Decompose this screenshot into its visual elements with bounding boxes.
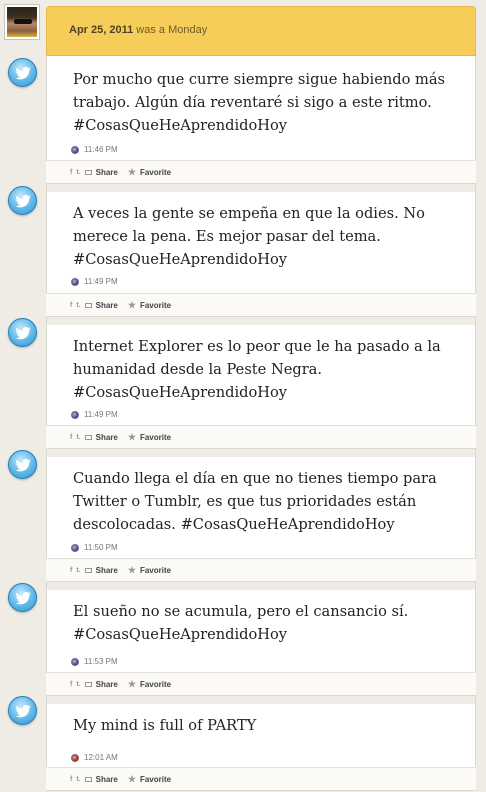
post-time[interactable]: 11:49 PM xyxy=(84,410,118,419)
post-separator xyxy=(46,449,476,457)
post-separator xyxy=(46,184,476,192)
post-actions: f t. Share ★ Favorite xyxy=(46,672,476,696)
post-text: Por mucho que curre siempre sigue habien… xyxy=(73,71,446,134)
twitter-bird-icon[interactable] xyxy=(8,318,37,347)
facebook-share-icon[interactable]: f xyxy=(70,302,72,309)
facebook-share-icon[interactable]: f xyxy=(70,681,72,688)
twitter-bird-icon[interactable] xyxy=(8,583,37,612)
post-actions: f t. Share ★ Favorite xyxy=(46,558,476,582)
post-separator xyxy=(46,582,476,590)
post-text: My mind is full of PARTY xyxy=(73,717,257,734)
facebook-share-icon[interactable]: f xyxy=(70,776,72,783)
twitter-bird-icon[interactable] xyxy=(8,186,37,215)
post-meta: 11:49 PM xyxy=(47,410,118,419)
email-share-icon[interactable] xyxy=(84,567,92,573)
post-actions: f t. Share ★ Favorite xyxy=(46,160,476,184)
twitter-share-icon[interactable]: t. xyxy=(76,681,80,688)
avatar[interactable] xyxy=(4,4,40,40)
favorite-button[interactable]: Favorite xyxy=(140,433,171,442)
post-separator xyxy=(46,317,476,325)
share-button[interactable]: Share xyxy=(96,301,118,310)
post-time[interactable]: 12:01 AM xyxy=(84,753,118,762)
weekday-label: was a Monday xyxy=(136,24,208,36)
post-list: Por mucho que curre siempre sigue habien… xyxy=(46,56,476,791)
post-time[interactable]: 11:50 PM xyxy=(84,543,118,552)
post-actions: f t. Share ★ Favorite xyxy=(46,425,476,449)
twitter-share-icon[interactable]: t. xyxy=(76,302,80,309)
avatar-photo xyxy=(7,7,37,37)
star-icon: ★ xyxy=(127,299,136,310)
post-item: My mind is full of PARTY 12:01 AM xyxy=(46,704,476,767)
favorite-button[interactable]: Favorite xyxy=(140,680,171,689)
post-item: Por mucho que curre siempre sigue habien… xyxy=(46,56,476,160)
source-icon xyxy=(71,543,79,552)
date-header: Apr 25, 2011 was a Monday xyxy=(46,6,476,56)
post-time[interactable]: 11:49 PM xyxy=(84,277,118,286)
post-meta: 11:49 PM xyxy=(47,277,118,286)
email-share-icon[interactable] xyxy=(84,776,92,782)
twitter-bird-icon[interactable] xyxy=(8,58,37,87)
favorite-button[interactable]: Favorite xyxy=(140,566,171,575)
email-share-icon[interactable] xyxy=(84,434,92,440)
star-icon: ★ xyxy=(127,564,136,575)
source-icon xyxy=(71,753,79,762)
email-share-icon[interactable] xyxy=(84,302,92,308)
facebook-share-icon[interactable]: f xyxy=(70,169,72,176)
email-share-icon[interactable] xyxy=(84,169,92,175)
star-icon: ★ xyxy=(127,773,136,784)
post-text: Internet Explorer es lo peor que le ha p… xyxy=(73,338,441,401)
facebook-share-icon[interactable]: f xyxy=(70,434,72,441)
post-item: A veces la gente se empeña en que la odi… xyxy=(46,192,476,293)
twitter-share-icon[interactable]: t. xyxy=(76,776,80,783)
date-label: Apr 25, 2011 xyxy=(69,24,134,36)
twitter-share-icon[interactable]: t. xyxy=(76,434,80,441)
source-icon xyxy=(71,277,79,286)
post-item: Cuando llega el día en que no tienes tie… xyxy=(46,457,476,558)
post-meta: 11:53 PM xyxy=(47,657,118,666)
source-icon xyxy=(71,145,79,154)
twitter-share-icon[interactable]: t. xyxy=(76,567,80,574)
post-actions: f t. Share ★ Favorite xyxy=(46,293,476,317)
twitter-bird-icon[interactable] xyxy=(8,450,37,479)
share-button[interactable]: Share xyxy=(96,566,118,575)
twitter-share-icon[interactable]: t. xyxy=(76,169,80,176)
star-icon: ★ xyxy=(127,678,136,689)
post-separator xyxy=(46,696,476,704)
share-button[interactable]: Share xyxy=(96,433,118,442)
source-icon xyxy=(71,410,79,419)
share-button[interactable]: Share xyxy=(96,775,118,784)
share-button[interactable]: Share xyxy=(96,680,118,689)
post-text: El sueño no se acumula, pero el cansanci… xyxy=(73,603,409,643)
post-text: Cuando llega el día en que no tienes tie… xyxy=(73,470,437,533)
post-time[interactable]: 11:46 PM xyxy=(84,145,118,154)
email-share-icon[interactable] xyxy=(84,681,92,687)
favorite-button[interactable]: Favorite xyxy=(140,301,171,310)
post-item: Internet Explorer es lo peor que le ha p… xyxy=(46,325,476,425)
star-icon: ★ xyxy=(127,166,136,177)
facebook-share-icon[interactable]: f xyxy=(70,567,72,574)
star-icon: ★ xyxy=(127,431,136,442)
post-meta: 12:01 AM xyxy=(47,753,118,762)
source-icon xyxy=(71,657,79,666)
twitter-bird-icon[interactable] xyxy=(8,696,37,725)
favorite-button[interactable]: Favorite xyxy=(140,168,171,177)
post-meta: 11:46 PM xyxy=(47,145,118,154)
share-button[interactable]: Share xyxy=(96,168,118,177)
post-time[interactable]: 11:53 PM xyxy=(84,657,118,666)
post-actions: f t. Share ★ Favorite xyxy=(46,767,476,791)
favorite-button[interactable]: Favorite xyxy=(140,775,171,784)
post-item: El sueño no se acumula, pero el cansanci… xyxy=(46,590,476,672)
post-text: A veces la gente se empeña en que la odi… xyxy=(73,205,425,268)
post-meta: 11:50 PM xyxy=(47,543,118,552)
